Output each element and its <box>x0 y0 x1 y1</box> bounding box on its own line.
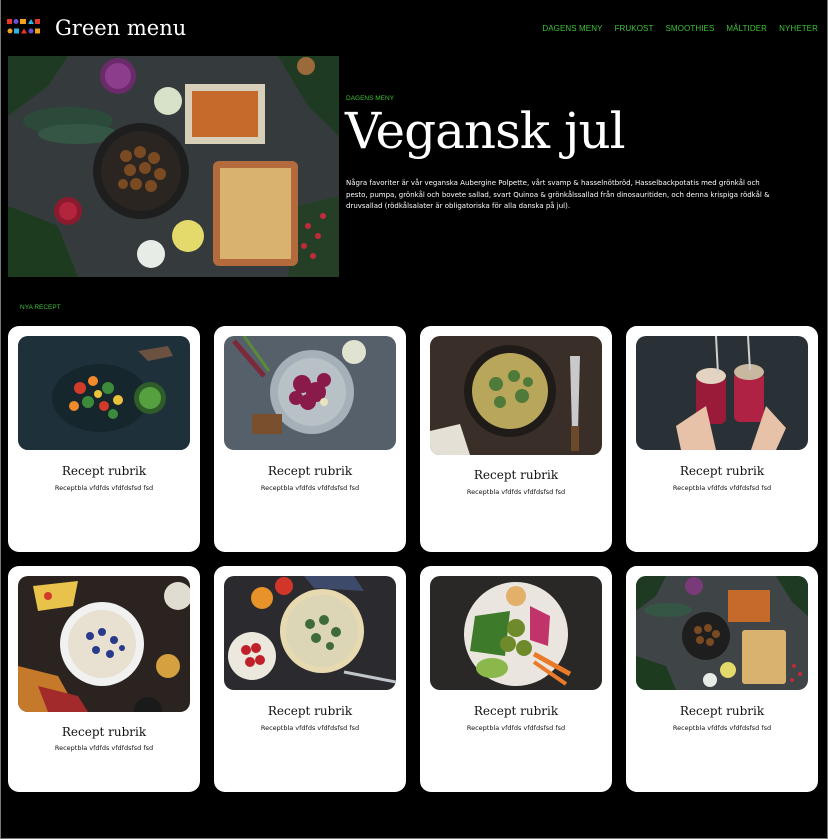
recipe-image <box>636 336 808 450</box>
recipe-card[interactable]: Recept rubrik Receptbla vfdfds vfdfdsfsd… <box>420 326 612 552</box>
recipe-description: Receptbla vfdfds vfdfdsfsd fsd <box>260 484 360 492</box>
main-nav: DAGENS MENY FRUKOST SMOOTHIES MÅLTIDER N… <box>542 24 818 33</box>
nav-nyheter[interactable]: NYHETER <box>779 24 818 33</box>
hero-image <box>8 56 339 277</box>
nav-frukost[interactable]: FRUKOST <box>615 24 654 33</box>
recipe-card[interactable]: Recept rubrik Receptbla vfdfds vfdfdsfsd… <box>8 566 200 792</box>
recipe-card[interactable]: Recept rubrik Receptbla vfdfds vfdfdsfsd… <box>8 326 200 552</box>
brand-title[interactable]: Green menu <box>55 16 186 40</box>
nav-dagens-meny[interactable]: DAGENS MENY <box>542 24 602 33</box>
recipe-title: Recept rubrik <box>679 464 765 478</box>
logo-icon[interactable] <box>7 18 41 40</box>
recipe-image <box>636 576 808 690</box>
recipe-image <box>18 576 190 712</box>
recipe-card[interactable]: Recept rubrik Receptbla vfdfds vfdfdsfsd… <box>420 566 612 792</box>
recipe-title: Recept rubrik <box>679 704 765 718</box>
hero-description: Några favoriter är vår veganska Aubergin… <box>346 179 770 210</box>
recipe-image <box>224 336 396 450</box>
recipe-description: Receptbla vfdfds vfdfdsfsd fsd <box>54 744 154 752</box>
recipe-description: Receptbla vfdfds vfdfdsfsd fsd <box>260 724 360 732</box>
hero-title: Vegansk jul <box>345 102 626 160</box>
recipe-image <box>430 576 602 690</box>
nav-maltider[interactable]: MÅLTIDER <box>726 24 767 33</box>
recipe-description: Receptbla vfdfds vfdfdsfsd fsd <box>672 724 772 732</box>
recipe-card[interactable]: Recept rubrik Receptbla vfdfds vfdfdsfsd… <box>214 326 406 552</box>
section-kicker: NYA RECEPT <box>20 304 61 311</box>
recipe-title: Recept rubrik <box>61 464 147 478</box>
recipe-image <box>430 336 602 455</box>
recipe-description: Receptbla vfdfds vfdfdsfsd fsd <box>672 484 772 492</box>
recipe-description: Receptbla vfdfds vfdfdsfsd fsd <box>54 484 154 492</box>
recipe-title: Recept rubrik <box>473 468 559 482</box>
recipe-card[interactable]: Recept rubrik Receptbla vfdfds vfdfdsfsd… <box>214 566 406 792</box>
recipe-title: Recept rubrik <box>267 464 353 478</box>
recipe-image <box>18 336 190 450</box>
recipe-card[interactable]: Recept rubrik Receptbla vfdfds vfdfdsfsd… <box>626 326 818 552</box>
recipe-description: Receptbla vfdfds vfdfdsfsd fsd <box>466 488 566 496</box>
recipe-title: Recept rubrik <box>61 725 147 739</box>
recipe-title: Recept rubrik <box>267 704 353 718</box>
recipe-title: Recept rubrik <box>473 704 559 718</box>
recipe-image <box>224 576 396 690</box>
hero-kicker: DAGENS MENY <box>346 95 395 102</box>
recipe-card[interactable]: Recept rubrik Receptbla vfdfds vfdfdsfsd… <box>626 566 818 792</box>
nav-smoothies[interactable]: SMOOTHIES <box>666 24 715 33</box>
recipe-description: Receptbla vfdfds vfdfdsfsd fsd <box>466 724 566 732</box>
